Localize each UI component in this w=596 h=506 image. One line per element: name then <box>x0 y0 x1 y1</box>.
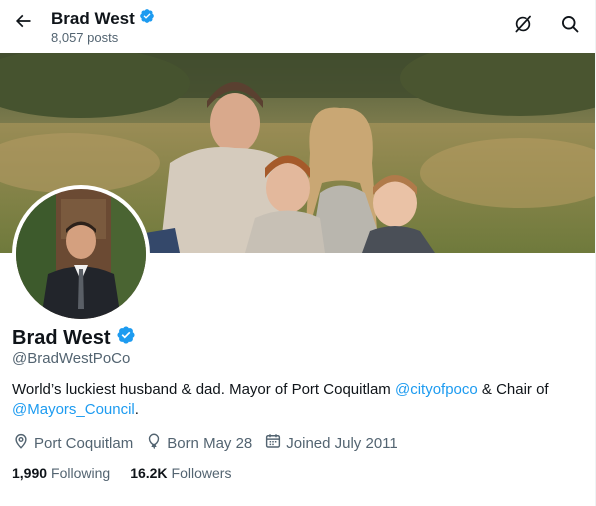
header-display-name: Brad West <box>51 8 135 28</box>
followers-label: Followers <box>171 465 232 481</box>
profile-page: Brad West 8,057 posts Brad West @BradWes… <box>0 0 596 506</box>
location-pin-icon <box>12 432 34 456</box>
profile-bio: World’s luckiest husband & dad. Mayor of… <box>12 380 582 420</box>
avatar[interactable] <box>12 185 150 323</box>
verified-badge-icon[interactable] <box>116 325 136 351</box>
bio-text: World’s luckiest husband & dad. Mayor of… <box>12 381 395 398</box>
search-button[interactable] <box>555 11 585 41</box>
mention-cityofpoco[interactable]: @cityofpoco <box>395 381 478 398</box>
bio-text: & Chair of <box>477 381 549 398</box>
profile-display-name: Brad West <box>12 325 136 351</box>
following-label: Following <box>51 465 111 481</box>
posts-count: 8,057 posts <box>51 30 119 45</box>
profile-stats: 1,990 Following 16.2K Followers <box>12 463 251 483</box>
grok-icon <box>513 14 533 39</box>
header-title: Brad West 8,057 posts <box>51 8 155 46</box>
grok-button[interactable] <box>508 11 538 41</box>
arrow-left-icon <box>13 11 33 36</box>
bio-text: . <box>134 401 139 418</box>
profile-handle: @BradWestPoCo <box>12 350 131 367</box>
location-item: Port Coquitlam <box>12 432 133 456</box>
search-icon <box>560 14 580 39</box>
profile-meta: Port Coquitlam Born May 28 Joined July 2… <box>12 432 410 456</box>
birthday-text: Born May 28 <box>167 435 253 452</box>
joined-item: Joined July 2011 <box>264 432 398 456</box>
back-button[interactable] <box>8 8 38 38</box>
birthday-item: Born May 28 <box>145 432 252 456</box>
verified-badge-icon <box>139 8 155 29</box>
location-text: Port Coquitlam <box>34 435 134 452</box>
joined-text: Joined July 2011 <box>286 435 398 452</box>
profile-header: Brad West 8,057 posts <box>0 0 595 53</box>
display-name-text: Brad West <box>12 327 111 349</box>
followers-count: 16.2K <box>130 465 168 481</box>
followers-link[interactable]: 16.2K Followers <box>130 463 231 483</box>
balloon-icon <box>145 432 167 456</box>
following-count: 1,990 <box>12 465 48 481</box>
mention-mayors-council[interactable]: @Mayors_Council <box>12 401 135 418</box>
following-link[interactable]: 1,990 Following <box>12 463 110 483</box>
calendar-icon <box>264 432 286 456</box>
